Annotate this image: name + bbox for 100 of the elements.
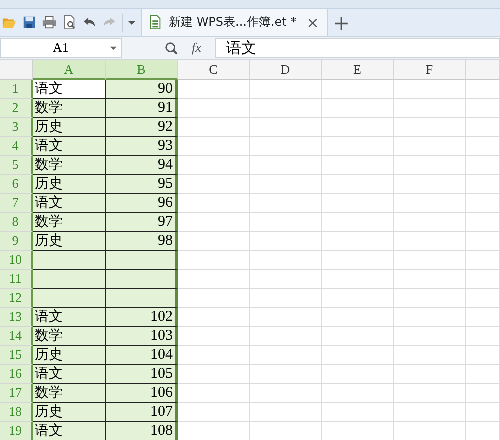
empty-cell (394, 213, 466, 232)
caret-icon[interactable] (128, 20, 136, 26)
row-header[interactable]: 6 (0, 175, 33, 194)
print-preview-icon[interactable] (62, 15, 77, 30)
empty-cell (322, 194, 394, 213)
table-cell: 历史 (33, 232, 106, 251)
empty-cell (394, 403, 466, 422)
table-cell: 历史 (33, 403, 106, 422)
empty-cell (466, 194, 500, 213)
row-header[interactable]: 16 (0, 365, 33, 384)
empty-cell (250, 175, 322, 194)
column-header[interactable]: C (178, 60, 250, 80)
table-cell: 语文 (33, 422, 106, 440)
empty-cell (394, 289, 466, 308)
empty-cell (250, 251, 322, 270)
table-cell: 106 (106, 384, 178, 403)
empty-cell (250, 308, 322, 327)
empty-cell (250, 384, 322, 403)
empty-cell (322, 346, 394, 365)
empty-cell (466, 232, 500, 251)
empty-cell (250, 346, 322, 365)
empty-cell (466, 327, 500, 346)
table-cell: 107 (106, 403, 178, 422)
empty-cell (250, 80, 322, 99)
empty-cell (466, 384, 500, 403)
empty-cell (466, 213, 500, 232)
zoom-icon[interactable] (164, 40, 179, 56)
table-cell: 98 (106, 232, 178, 251)
empty-cell (250, 365, 322, 384)
table-cell: 97 (106, 213, 178, 232)
row-header[interactable]: 3 (0, 118, 33, 137)
save-icon[interactable] (22, 15, 37, 30)
row-header[interactable]: 12 (0, 289, 33, 308)
row-header[interactable]: 8 (0, 213, 33, 232)
row-header[interactable]: 13 (0, 308, 33, 327)
empty-cell (394, 118, 466, 137)
row-header[interactable]: 2 (0, 99, 33, 118)
empty-cell (394, 232, 466, 251)
row-header[interactable]: 10 (0, 251, 33, 270)
row-header[interactable]: 11 (0, 270, 33, 289)
empty-cell (466, 270, 500, 289)
empty-cell (322, 308, 394, 327)
row-header[interactable]: 17 (0, 384, 33, 403)
empty-cell (322, 251, 394, 270)
row-header[interactable]: 9 (0, 232, 33, 251)
table-cell: 历史 (33, 175, 106, 194)
column-header[interactable]: F (394, 60, 466, 80)
function-button[interactable]: fx (192, 40, 202, 56)
table-cell: 96 (106, 194, 178, 213)
row-header[interactable]: 15 (0, 346, 33, 365)
empty-cell (466, 175, 500, 194)
empty-cell (322, 289, 394, 308)
table-cell: 105 (106, 365, 178, 384)
empty-cell (322, 175, 394, 194)
empty-cell (466, 365, 500, 384)
row-header[interactable]: 14 (0, 327, 33, 346)
empty-cell (394, 346, 466, 365)
table-cell: 95 (106, 175, 178, 194)
empty-cell (250, 270, 322, 289)
empty-cell (250, 137, 322, 156)
print-icon[interactable] (42, 15, 57, 30)
table-cell: 数学 (33, 213, 106, 232)
empty-cell (394, 194, 466, 213)
column-header[interactable]: A (33, 60, 106, 80)
table-cell: 数学 (33, 156, 106, 175)
table-cell: 语文 (33, 308, 106, 327)
name-box[interactable]: A1 (0, 38, 122, 58)
empty-cell (394, 80, 466, 99)
empty-cell (394, 270, 466, 289)
row-header[interactable]: 1 (0, 80, 33, 99)
column-header[interactable]: B (106, 60, 178, 80)
table-cell: 历史 (33, 346, 106, 365)
row-header[interactable]: 19 (0, 422, 33, 440)
empty-cell (466, 251, 500, 270)
new-tab-button[interactable]: + (333, 12, 350, 32)
close-button[interactable]: × (306, 14, 320, 32)
table-cell: 语文 (33, 80, 106, 99)
table-cell: 语文 (33, 137, 106, 156)
empty-cell (466, 118, 500, 137)
empty-cell (394, 365, 466, 384)
empty-cell (250, 232, 322, 251)
empty-cell (322, 99, 394, 118)
table-cell: 数学 (33, 384, 106, 403)
empty-cell (250, 289, 322, 308)
document-tab[interactable]: 新建 WPS表...作簿.et * × (141, 9, 328, 36)
table-cell: 108 (106, 422, 178, 440)
table-cell: 语文 (33, 365, 106, 384)
column-header[interactable]: E (322, 60, 394, 80)
column-header[interactable]: D (250, 60, 322, 80)
row-header[interactable]: 4 (0, 137, 33, 156)
row-header[interactable]: 7 (0, 194, 33, 213)
empty-cell (250, 194, 322, 213)
row-header[interactable]: 18 (0, 403, 33, 422)
empty-cell (466, 346, 500, 365)
table-cell: 94 (106, 156, 178, 175)
caret-icon[interactable] (110, 46, 117, 51)
empty-cell (250, 99, 322, 118)
formula-field[interactable]: 语文 (215, 38, 500, 58)
row-header[interactable]: 5 (0, 156, 33, 175)
empty-cell (322, 384, 394, 403)
